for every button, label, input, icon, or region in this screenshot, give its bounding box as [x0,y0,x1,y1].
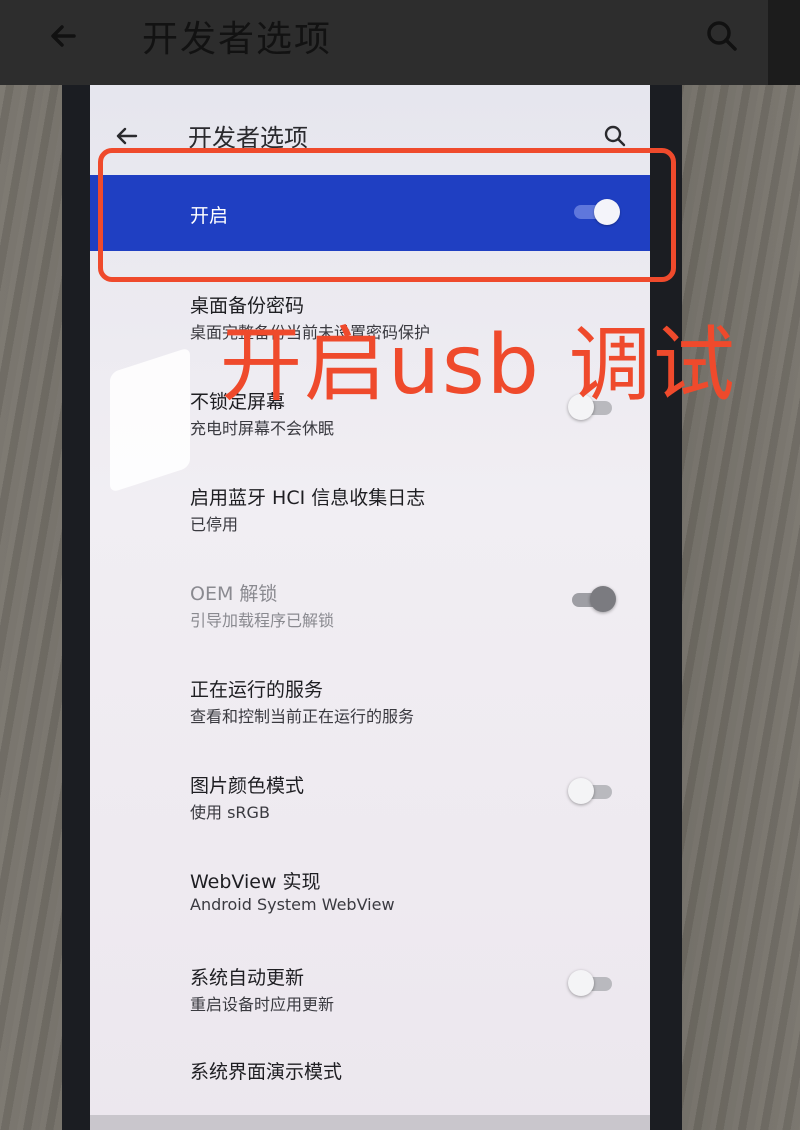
screen-bottom-edge [90,1115,650,1130]
back-arrow-icon[interactable] [114,123,140,149]
search-icon[interactable] [602,123,628,149]
setting-switch[interactable] [568,777,616,805]
search-icon[interactable] [702,16,742,56]
setting-title: 系统自动更新 [190,967,305,989]
setting-title: WebView 实现 [190,871,321,893]
setting-subtitle: 引导加载程序已解锁 [190,611,335,630]
switch-thumb [568,778,594,804]
setting-switch[interactable] [568,969,616,997]
switch-thumb [568,970,594,996]
annotation-text: 开启usb 调试 [220,318,737,413]
setting-subtitle: 使用 sRGB [190,803,270,822]
app-bar-edge [768,0,800,85]
setting-title: 启用蓝牙 HCI 信息收集日志 [190,487,426,509]
back-arrow-icon[interactable] [44,16,84,56]
setting-title: 图片颜色模式 [190,775,305,797]
switch-thumb [590,586,616,612]
setting-subtitle: 充电时屏幕不会休眠 [190,419,335,438]
setting-subtitle: 查看和控制当前正在运行的服务 [190,707,415,726]
setting-subtitle: Android System WebView [190,895,395,914]
setting-title: OEM 解锁 [190,583,278,605]
setting-subtitle: 已停用 [190,515,239,534]
setting-title: 系统界面演示模式 [190,1061,343,1083]
app-bar: 开发者选项 [0,0,768,85]
setting-title: 正在运行的服务 [190,679,324,701]
annotation-highlight-box [98,148,676,282]
app-bar-title: 开发者选项 [142,19,333,60]
setting-subtitle: 重启设备时应用更新 [190,995,335,1014]
setting-switch [568,585,616,613]
